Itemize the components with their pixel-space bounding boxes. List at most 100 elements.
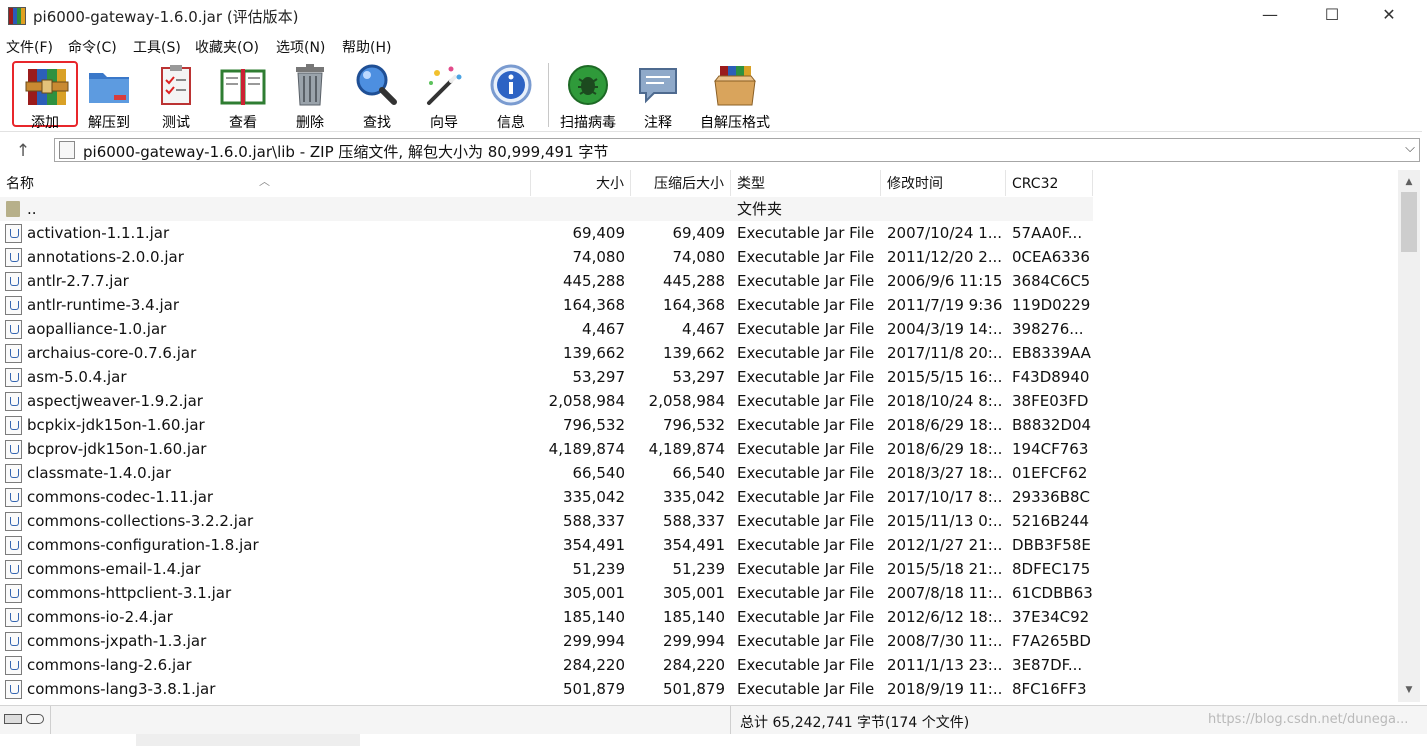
file-type: Executable Jar File — [737, 584, 875, 602]
minimize-button[interactable]: — — [1247, 0, 1293, 30]
file-row[interactable]: commons-httpclient-3.1.jar 305,001 305,001… — [0, 581, 1398, 605]
column-header-modified[interactable]: 修改时间 — [881, 170, 1006, 196]
file-row[interactable]: archaius-core-0.7.6.jar 139,662 139,662 Exe… — [0, 341, 1398, 365]
column-name-label: 名称 — [6, 176, 34, 192]
file-row[interactable]: commons-lang-2.6.jar 284,220 284,220 Execut… — [0, 653, 1398, 677]
chevron-down-icon[interactable]: ⌵ — [1405, 141, 1415, 156]
file-row[interactable]: commons-jxpath-1.3.jar 299,994 299,994 Exec… — [0, 629, 1398, 653]
winrar-app-icon[interactable] — [8, 7, 26, 25]
vertical-scrollbar[interactable]: ▲ ▼ — [1398, 170, 1420, 702]
file-size: 305,001 — [562, 584, 625, 602]
file-row[interactable]: commons-lang3-3.8.1.jar 501,879 501,879 Exe… — [0, 677, 1398, 701]
comment-button[interactable]: 注释 — [625, 61, 691, 131]
test-button[interactable]: 测试 — [143, 61, 209, 131]
menu-favorites[interactable]: 收藏夹(O) — [195, 37, 259, 57]
file-row[interactable]: activation-1.1.1.jar 69,409 69,409 Executab… — [0, 221, 1398, 245]
scroll-thumb[interactable] — [1401, 192, 1417, 252]
file-name: aspectjweaver-1.9.2.jar — [27, 392, 203, 410]
info-button[interactable]: 信息 — [478, 61, 544, 131]
wizard-button[interactable]: 向导 — [411, 61, 477, 131]
trash-icon — [296, 64, 324, 106]
file-row[interactable]: aspectjweaver-1.9.2.jar 2,058,984 2,058,98… — [0, 389, 1398, 413]
jar-file-icon — [59, 141, 75, 159]
file-row[interactable]: classmate-1.4.0.jar 66,540 66,540 Executabl… — [0, 461, 1398, 485]
file-row[interactable]: commons-io-2.4.jar 185,140 185,140 Executab… — [0, 605, 1398, 629]
file-modified: 2007/8/18 11:... — [887, 584, 1002, 602]
scan-virus-button[interactable]: 扫描病毒 — [555, 61, 621, 131]
view-book-icon — [220, 69, 266, 105]
file-type: Executable Jar File — [737, 440, 875, 458]
menu-options[interactable]: 选项(N) — [276, 37, 325, 57]
find-button[interactable]: 查找 — [344, 61, 410, 131]
find-label: 查找 — [363, 115, 391, 131]
view-button[interactable]: 查看 — [210, 61, 276, 131]
menu-bar: 文件(F) 命令(C) 工具(S) 收藏夹(O) 选项(N) 帮助(H) — [0, 34, 1427, 56]
jar-file-icon — [5, 248, 22, 267]
file-row[interactable]: annotations-2.0.0.jar 74,080 74,080 Executa… — [0, 245, 1398, 269]
jar-file-icon — [5, 440, 22, 459]
file-row[interactable]: commons-collections-3.2.2.jar 588,337 588,… — [0, 509, 1398, 533]
scroll-down-icon[interactable]: ▼ — [1398, 680, 1420, 700]
file-row[interactable]: asm-5.0.4.jar 53,297 53,297 Executable Jar … — [0, 365, 1398, 389]
file-row[interactable]: commons-configuration-1.8.jar 354,491 354,… — [0, 533, 1398, 557]
jar-file-icon — [5, 584, 22, 603]
file-name: commons-httpclient-3.1.jar — [27, 584, 232, 602]
file-modified: 2018/3/27 18:... — [887, 464, 1002, 482]
close-button[interactable]: ✕ — [1366, 0, 1412, 30]
sfx-button[interactable]: 自解压格式 — [700, 61, 770, 131]
file-name: archaius-core-0.7.6.jar — [27, 344, 197, 362]
file-size: 69,409 — [572, 224, 626, 242]
file-name: commons-configuration-1.8.jar — [27, 536, 259, 554]
file-packed: 588,337 — [662, 512, 725, 530]
file-size: 164,368 — [562, 296, 625, 314]
column-header-type[interactable]: 类型 — [731, 170, 881, 196]
key-icon[interactable] — [26, 714, 44, 724]
toolbar-divider — [548, 63, 549, 127]
jar-file-icon — [5, 560, 22, 579]
menu-tools[interactable]: 工具(S) — [133, 37, 181, 57]
column-header-crc[interactable]: CRC32 — [1006, 170, 1093, 196]
test-label: 测试 — [162, 115, 190, 131]
maximize-button[interactable]: ☐ — [1309, 0, 1355, 30]
file-modified: 2017/11/8 20:... — [887, 344, 1002, 362]
delete-button[interactable]: 删除 — [277, 61, 343, 131]
file-row[interactable]: commons-email-1.4.jar 51,239 51,239 Executa… — [0, 557, 1398, 581]
file-size: 588,337 — [562, 512, 625, 530]
file-size: 185,140 — [562, 608, 625, 626]
up-arrow-icon[interactable]: ↑ — [10, 139, 36, 163]
magic-wand-icon — [427, 66, 462, 105]
file-row[interactable]: bcprov-jdk15on-1.60.jar 4,189,874 4,189,87… — [0, 437, 1398, 461]
magnifier-icon — [356, 64, 397, 105]
status-summary: 总计 65,242,741 字节(174 个文件) — [740, 715, 970, 731]
file-row[interactable]: bcpkix-jdk15on-1.60.jar 796,532 796,532 Exe… — [0, 413, 1398, 437]
file-packed: 66,540 — [672, 464, 726, 482]
file-crc: 119D0229 — [1012, 296, 1091, 314]
menu-command[interactable]: 命令(C) — [68, 37, 117, 57]
file-row[interactable]: commons-codec-1.11.jar 335,042 335,042 Exec… — [0, 485, 1398, 509]
add-button[interactable]: 添加 — [12, 61, 78, 131]
column-header-packed[interactable]: 压缩后大小 — [631, 170, 731, 196]
parent-folder-row[interactable]: .. 文件夹 — [0, 197, 1093, 221]
file-row[interactable]: aopalliance-1.0.jar 4,467 4,467 Executable … — [0, 317, 1398, 341]
menu-help[interactable]: 帮助(H) — [342, 37, 391, 57]
file-crc: 61CDBB63 — [1012, 584, 1092, 602]
file-row[interactable]: antlr-2.7.7.jar 445,288 445,288 Executable … — [0, 269, 1398, 293]
path-field[interactable]: pi6000-gateway-1.6.0.jar\lib - ZIP 压缩文件,… — [54, 138, 1420, 162]
file-size: 284,220 — [562, 656, 625, 674]
file-name: asm-5.0.4.jar — [27, 368, 127, 386]
column-header-size[interactable]: 大小 — [531, 170, 631, 196]
file-name: annotations-2.0.0.jar — [27, 248, 184, 266]
menu-file[interactable]: 文件(F) — [6, 37, 53, 57]
file-row[interactable]: antlr-runtime-3.4.jar 164,368 164,368 Execu… — [0, 293, 1398, 317]
folder-icon — [6, 201, 20, 217]
extract-to-button[interactable]: 解压到 — [76, 61, 142, 131]
file-size: 445,288 — [562, 272, 625, 290]
jar-file-icon — [5, 464, 22, 483]
wizard-label: 向导 — [430, 115, 458, 131]
scroll-up-icon[interactable]: ▲ — [1398, 172, 1420, 192]
keyboard-icon — [4, 714, 22, 724]
column-header-name[interactable]: 名称 ︿ — [0, 170, 531, 196]
file-modified: 2018/9/19 11:... — [887, 680, 1002, 698]
add-label: 添加 — [31, 115, 59, 131]
file-modified: 2015/11/13 0:... — [887, 512, 1002, 530]
